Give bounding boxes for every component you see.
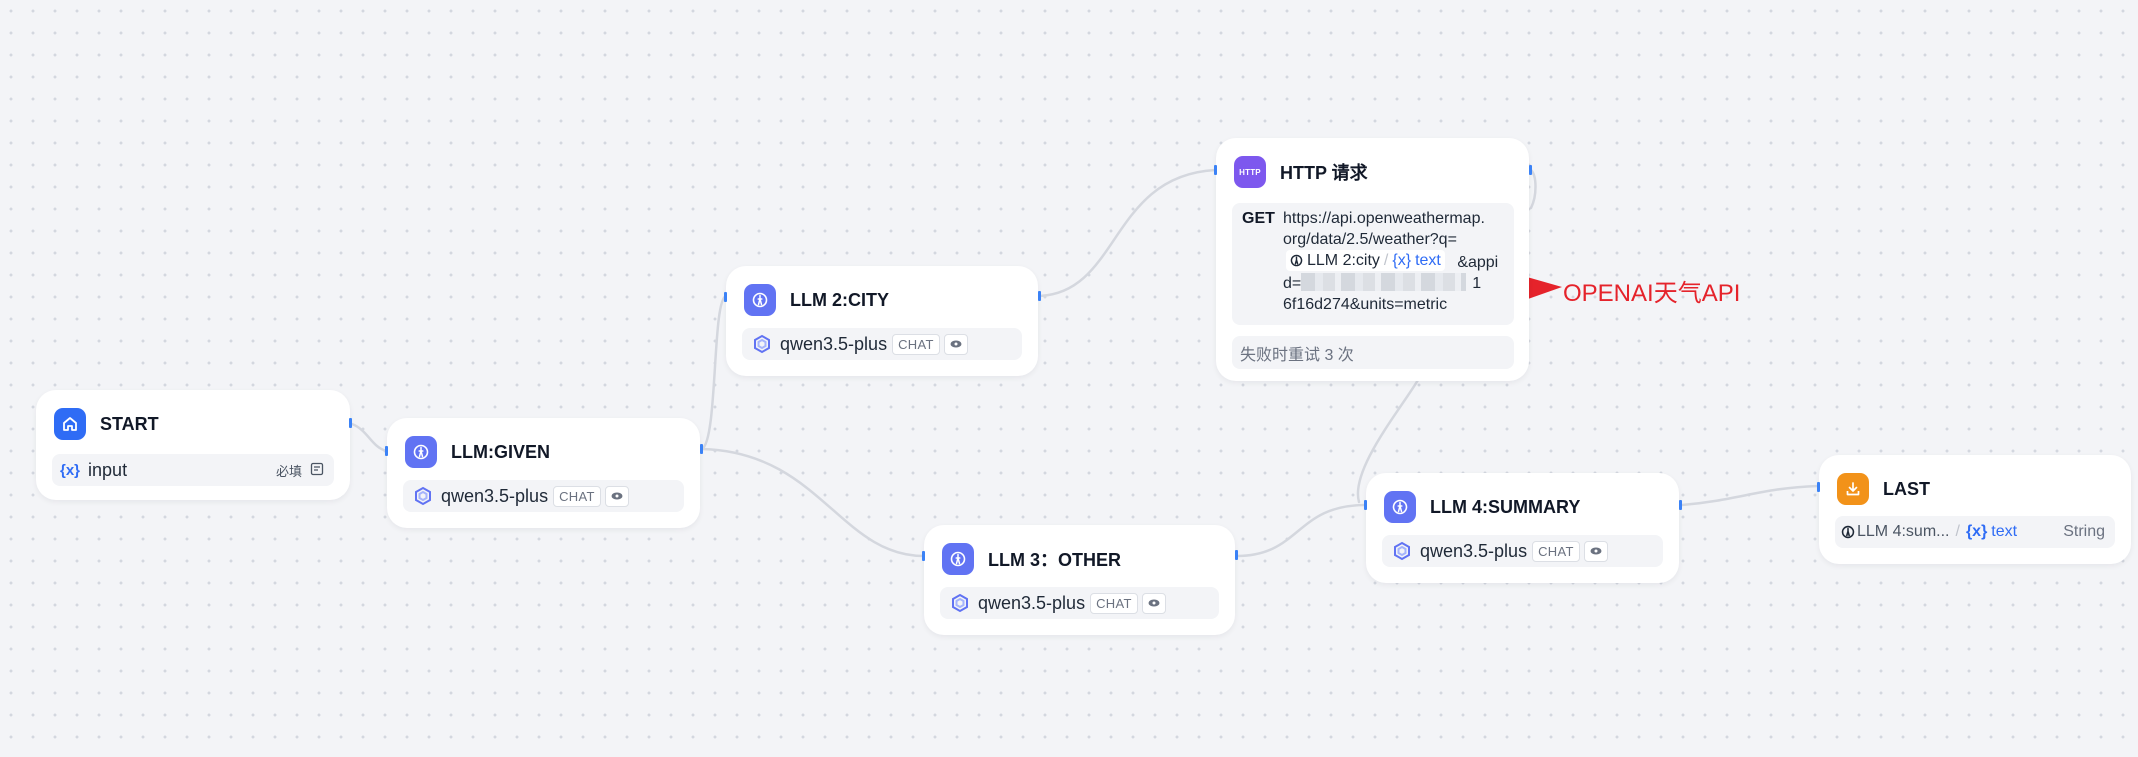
variable-icon: {x} <box>1392 252 1412 269</box>
node-title: LLM 4:SUMMARY <box>1430 496 1581 517</box>
start-node[interactable]: START {x} input 必填 <box>36 390 352 500</box>
chat-mode-badge: CHAT <box>1532 540 1580 562</box>
llm-node-icon <box>405 436 437 468</box>
edge-llm-city-to-http <box>1038 168 1217 298</box>
output-port[interactable] <box>1235 550 1238 560</box>
edge-start-to-llm-given <box>350 422 389 453</box>
retry-setting[interactable]: 失败时重试 3 次 <box>1232 336 1514 369</box>
output-port[interactable] <box>700 444 703 454</box>
url-text: d= <box>1283 275 1302 292</box>
input-variable-name: input <box>88 459 128 480</box>
url-text: &appi <box>1457 254 1499 271</box>
model-selector[interactable]: qwen3.5-plus CHAT <box>742 328 1022 360</box>
model-name: qwen3.5-plus <box>978 592 1086 613</box>
reference-source: LLM 4:sum... <box>1857 523 1950 540</box>
edge-http-out <box>1529 168 1537 210</box>
http-icon-label: HTTP <box>1239 167 1261 177</box>
http-method: GET <box>1242 210 1275 227</box>
qwen-logo-icon <box>1394 541 1410 561</box>
variable-icon: {x} <box>1965 523 1988 540</box>
variable-icon: {x} <box>60 461 81 479</box>
url-text: 1 <box>1472 275 1482 292</box>
output-variable-row[interactable]: LLM 4:sum... / {x} text String <box>1835 516 2115 548</box>
request-url: https://api.openweathermap. org/data/2.5… <box>1283 208 1508 315</box>
llm-city-node[interactable]: LLM 2:CITY qwen3.5-plus CHAT <box>724 266 1041 376</box>
model-name: qwen3.5-plus <box>441 485 549 506</box>
llm-node-icon <box>744 284 776 316</box>
output-port[interactable] <box>1038 291 1041 301</box>
node-title: LLM 2:CITY <box>790 289 889 310</box>
eye-icon[interactable] <box>1583 540 1608 562</box>
start-input-field[interactable]: {x} input 必填 <box>52 454 334 486</box>
output-port[interactable] <box>1679 500 1682 510</box>
qwen-logo-icon <box>415 486 431 506</box>
node-title: LLM 3：OTHER <box>988 550 1121 570</box>
edge-llm-summary-to-last <box>1680 484 1820 507</box>
model-selector[interactable]: qwen3.5-plus CHAT <box>403 480 684 512</box>
node-title: LAST <box>1883 478 1930 499</box>
form-icon <box>310 460 324 481</box>
http-icon: HTTP <box>1234 156 1266 188</box>
node-title: HTTP 请求 <box>1280 163 1368 183</box>
edge-llm-given-to-llm-other <box>700 447 926 558</box>
input-port[interactable] <box>922 551 925 561</box>
reference-source: LLM 2:city <box>1307 252 1380 269</box>
llm-node-icon <box>1290 254 1303 267</box>
model-selector[interactable]: qwen3.5-plus CHAT <box>1382 535 1663 567</box>
llm-given-node[interactable]: LLM:GIVEN qwen3.5-plus CHAT <box>385 418 703 528</box>
qwen-logo-icon <box>952 593 968 613</box>
http-request-config[interactable]: GET https://api.openweathermap. org/data… <box>1232 203 1514 325</box>
redacted-api-key <box>1301 273 1467 291</box>
input-port[interactable] <box>1364 500 1367 510</box>
input-port[interactable] <box>385 446 388 456</box>
workflow-edges <box>350 168 1820 558</box>
eye-icon[interactable] <box>604 485 629 507</box>
model-name: qwen3.5-plus <box>780 333 888 354</box>
output-port[interactable] <box>1529 165 1532 175</box>
model-name: qwen3.5-plus <box>1420 540 1528 561</box>
input-port[interactable] <box>1214 165 1217 175</box>
qwen-logo-icon <box>754 334 770 354</box>
chat-mode-badge: CHAT <box>1090 592 1138 614</box>
reference-variable: text <box>1415 252 1441 269</box>
start-output-port[interactable] <box>349 418 352 428</box>
node-title: START <box>100 413 159 434</box>
url-line: LLM 2:city / {x} text &appi <box>1282 250 1508 273</box>
eye-icon[interactable] <box>943 333 968 355</box>
llm-node-icon <box>1841 525 1855 539</box>
home-icon <box>54 408 86 440</box>
required-label: 必填 <box>275 463 302 479</box>
input-port[interactable] <box>1817 482 1820 492</box>
end-node-icon <box>1837 473 1869 505</box>
variable-type: String <box>2063 523 2105 540</box>
annotation-label: OPENAI天气API <box>1563 280 1741 307</box>
edge-llm-given-to-llm-city <box>700 294 728 451</box>
url-line: d= 1 <box>1283 273 1508 294</box>
http-request-node[interactable]: HTTP HTTP 请求 GET https://api.openweather… <box>1214 138 1532 381</box>
chat-mode-badge: CHAT <box>892 333 940 355</box>
url-line: 6f16d274&units=metric <box>1283 296 1448 313</box>
llm-node-icon <box>1384 491 1416 523</box>
chat-mode-badge: CHAT <box>553 485 601 507</box>
llm-other-node[interactable]: LLM 3：OTHER qwen3.5-plus CHAT <box>922 525 1238 635</box>
llm-summary-node[interactable]: LLM 4:SUMMARY qwen3.5-plus CHAT <box>1364 473 1682 583</box>
last-node[interactable]: LAST LLM 4:sum... / {x} text String <box>1817 455 2131 564</box>
llm-node-icon <box>942 543 974 575</box>
input-port[interactable] <box>724 292 727 302</box>
eye-icon[interactable] <box>1141 592 1166 614</box>
model-selector[interactable]: qwen3.5-plus CHAT <box>940 587 1219 619</box>
variable-reference-chip[interactable]: LLM 2:city / {x} text <box>1286 250 1445 271</box>
edge-llm-other-to-llm-summary <box>1235 503 1367 558</box>
node-title: LLM:GIVEN <box>451 441 550 462</box>
url-line: https://api.openweathermap. <box>1283 210 1485 227</box>
url-line: org/data/2.5/weather?q= <box>1283 231 1457 248</box>
reference-variable: text <box>1991 523 2018 540</box>
